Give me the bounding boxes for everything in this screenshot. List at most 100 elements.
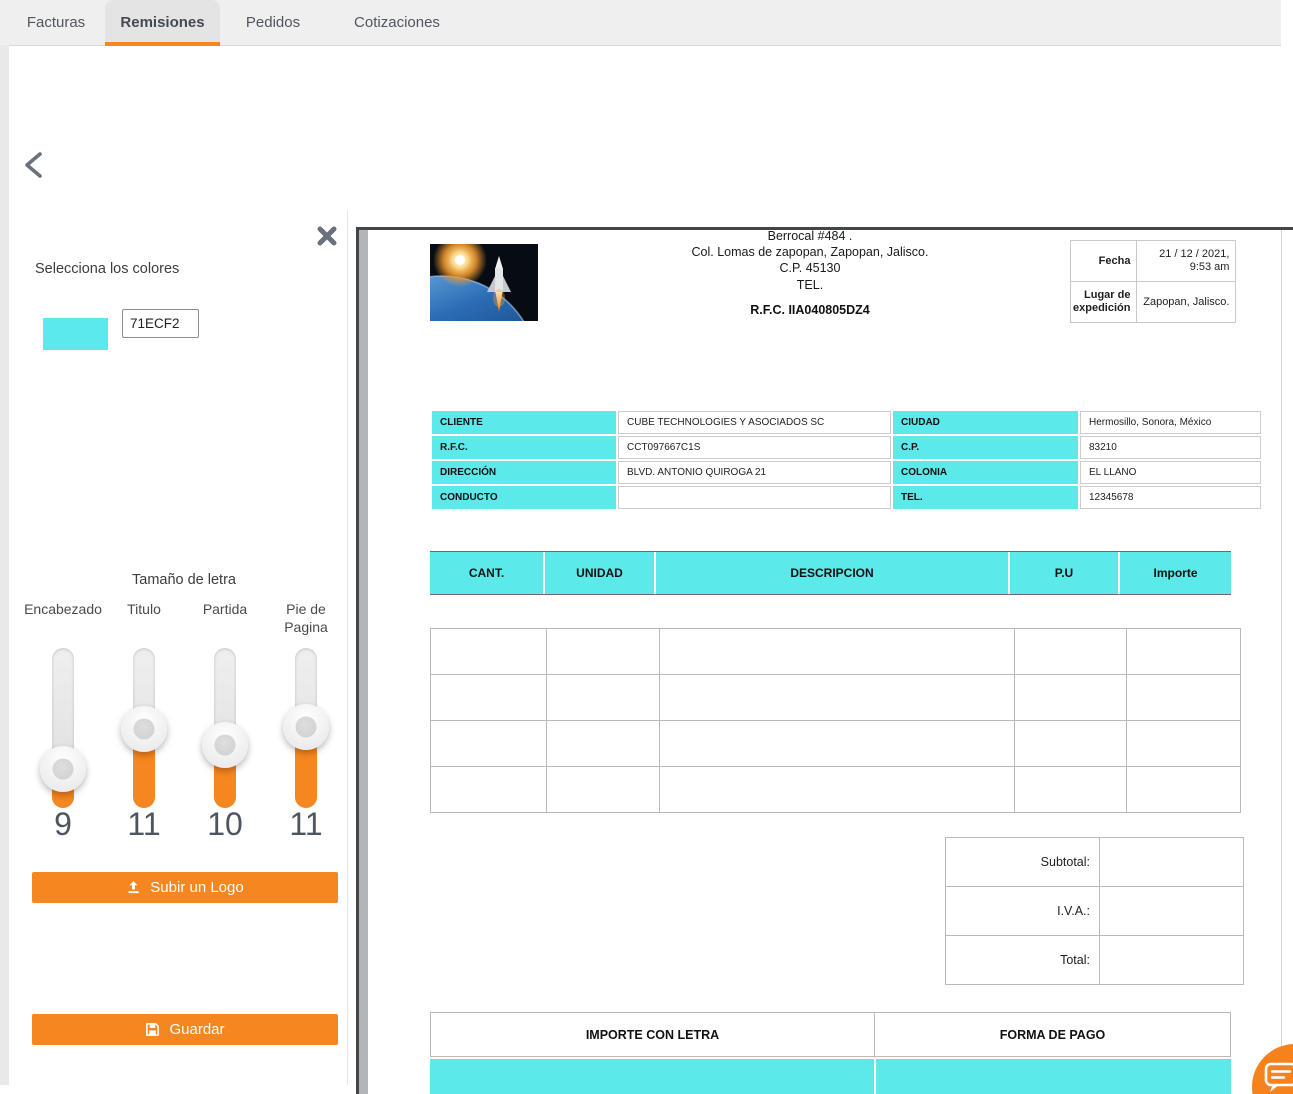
preview-scrollbar[interactable] xyxy=(359,230,368,1094)
lugar-expedicion-label: Lugar de expedición xyxy=(1069,281,1138,323)
client-label: DIRECCIÓN xyxy=(432,461,616,484)
client-row: R.F.C. CCT097667C1S C.P. 83210 xyxy=(432,436,1261,459)
item-cell xyxy=(430,674,547,721)
item-cell xyxy=(659,720,1015,767)
font-size-title: Tamaño de letra xyxy=(132,572,236,588)
slider-value: 11 xyxy=(289,806,323,842)
slider-partida: Partida 10 xyxy=(185,600,265,855)
page-left-gutter xyxy=(0,45,9,1085)
total-value-cell xyxy=(1099,935,1244,985)
client-label: CIUDAD xyxy=(893,411,1078,434)
total-label: Total: xyxy=(945,935,1100,985)
slider-label: Pie de Pagina xyxy=(284,601,328,635)
save-label: Guardar xyxy=(169,1021,225,1038)
client-row: CONDUCTO TEL. 12345678 xyxy=(432,486,1261,509)
tab-facturas[interactable]: Facturas xyxy=(12,0,100,45)
item-row xyxy=(430,720,1241,767)
app-root: Facturas Remisiones Pedidos Cotizaciones… xyxy=(0,0,1293,1094)
slider-value: 11 xyxy=(127,806,161,842)
preview-right-edge xyxy=(1281,230,1282,1094)
slider-label: Partida xyxy=(202,601,248,617)
slider-thumb[interactable] xyxy=(121,706,167,752)
slider-value: 10 xyxy=(207,806,243,842)
forma-de-pago-header: FORMA DE PAGO xyxy=(875,1012,1231,1057)
slider-pie-de-pagina: Pie de Pagina 11 xyxy=(266,600,346,855)
items-header-cant: CANT. xyxy=(430,552,543,594)
item-cell xyxy=(546,628,660,675)
client-row: DIRECCIÓN BLVD. ANTONIO QUIROGA 21 COLON… xyxy=(432,461,1261,484)
subtotal-label: Subtotal: xyxy=(945,837,1100,887)
client-value: BLVD. ANTONIO QUIROGA 21 xyxy=(618,461,891,484)
item-cell xyxy=(1126,628,1241,675)
fecha-label: Fecha xyxy=(1069,240,1138,282)
client-label: CLIENTE xyxy=(432,411,616,434)
tab-remisiones[interactable]: Remisiones xyxy=(105,0,220,46)
client-value: CCT097667C1S xyxy=(618,436,891,459)
close-icon xyxy=(317,226,337,246)
client-value: 83210 xyxy=(1080,436,1261,459)
color-hex-input[interactable] xyxy=(122,309,199,338)
item-cell xyxy=(430,720,547,767)
item-row xyxy=(430,766,1241,813)
select-colors-label: Selecciona los colores xyxy=(35,261,180,277)
slider-thumb[interactable] xyxy=(202,722,248,768)
client-label: CONDUCTO xyxy=(432,486,616,509)
close-panel-button[interactable] xyxy=(316,225,338,247)
slider-label: Titulo xyxy=(127,601,161,617)
client-value: 12345678 xyxy=(1080,486,1261,509)
client-label: C.P. xyxy=(893,436,1078,459)
item-cell xyxy=(1014,766,1127,813)
tab-pedidos[interactable]: Pedidos xyxy=(230,0,316,45)
items-header-importe: Importe xyxy=(1120,552,1231,594)
item-cell xyxy=(659,766,1015,813)
client-info-table: CLIENTE CUBE TECHNOLOGIES Y ASOCIADOS SC… xyxy=(430,409,1263,511)
upload-logo-label: Subir un Logo xyxy=(150,879,244,896)
tab-bar: Facturas Remisiones Pedidos Cotizaciones xyxy=(0,0,1281,46)
item-cell xyxy=(659,674,1015,721)
item-cell xyxy=(430,628,547,675)
client-label: COLONIA xyxy=(893,461,1078,484)
client-label: TEL. xyxy=(893,486,1078,509)
footer-value-row xyxy=(430,1059,1231,1094)
upload-icon xyxy=(128,880,139,894)
item-cell xyxy=(546,720,660,767)
client-value: CUBE TECHNOLOGIES Y ASOCIADOS SC xyxy=(618,411,891,434)
item-cell xyxy=(430,766,547,813)
subtotal-value-cell xyxy=(1099,837,1244,887)
items-empty-table xyxy=(430,628,1241,813)
item-cell xyxy=(659,628,1015,675)
slider-encabezado: Encabezado 9 xyxy=(23,600,103,855)
item-row xyxy=(430,628,1241,675)
floppy-icon xyxy=(146,1023,160,1036)
iva-value-cell xyxy=(1099,886,1244,936)
forma-de-pago-cell xyxy=(876,1059,1231,1094)
item-cell xyxy=(546,674,660,721)
client-value: EL LLANO xyxy=(1080,461,1261,484)
chat-bubble-icon xyxy=(1264,1062,1293,1092)
item-cell xyxy=(1014,720,1127,767)
items-header-pu: P.U xyxy=(1010,552,1118,594)
item-cell xyxy=(1126,674,1241,721)
tab-cotizaciones[interactable]: Cotizaciones xyxy=(342,0,452,45)
totals-table: Subtotal: I.V.A.: Total: xyxy=(945,837,1244,985)
item-cell xyxy=(1014,628,1127,675)
upload-logo-button[interactable]: Subir un Logo xyxy=(32,872,338,903)
back-button[interactable] xyxy=(20,150,48,180)
slider-value: 9 xyxy=(54,806,72,842)
iva-label: I.V.A.: xyxy=(945,886,1100,936)
items-header-row: CANT. UNIDAD DESCRIPCION P.U Importe xyxy=(430,551,1231,595)
color-swatch[interactable] xyxy=(43,318,108,350)
slider-thumb[interactable] xyxy=(283,704,329,750)
importe-con-letra-header: IMPORTE CON LETRA xyxy=(430,1012,875,1057)
item-cell xyxy=(1014,674,1127,721)
items-header-descripcion: DESCRIPCION xyxy=(656,552,1008,594)
slider-thumb[interactable] xyxy=(40,746,86,792)
date-place-table: Fecha 21 / 12 / 2021, 9:53 am Lugar de e… xyxy=(1069,240,1237,323)
lugar-expedicion-value: Zapopan, Jalisco. xyxy=(1136,281,1237,323)
save-button[interactable]: Guardar xyxy=(32,1014,338,1045)
slider-label: Encabezado xyxy=(24,601,102,617)
items-header-unidad: UNIDAD xyxy=(545,552,654,594)
item-cell xyxy=(1126,766,1241,813)
slider-titulo: Titulo 11 xyxy=(104,600,184,855)
item-row xyxy=(430,674,1241,721)
